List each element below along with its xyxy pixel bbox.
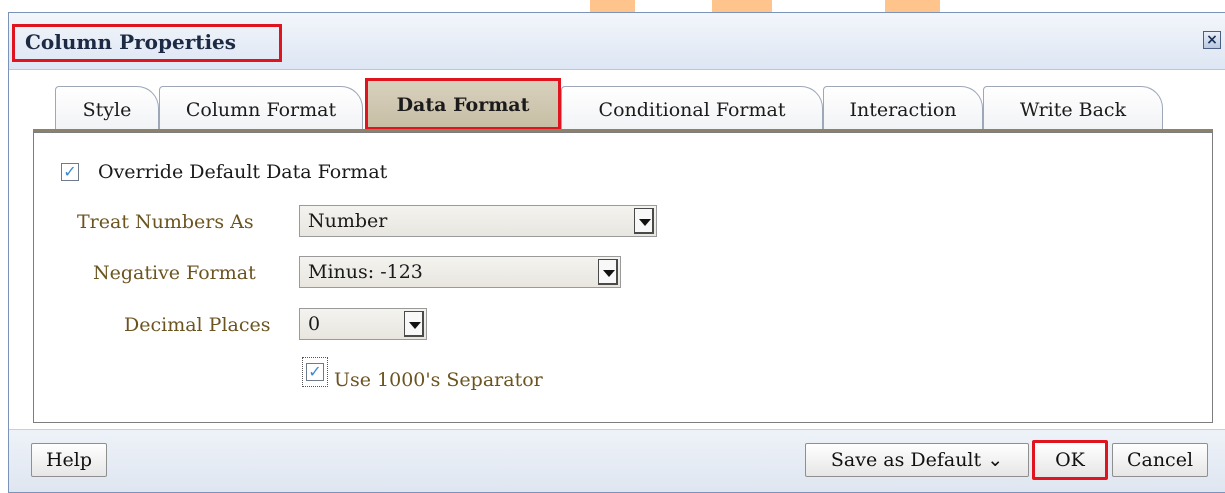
dialog-footer: Help Save as Default ⌄ OK Cancel: [9, 429, 1225, 492]
data-format-panel: ✓ Override Default Data Format Treat Num…: [33, 132, 1213, 423]
treat-numbers-select[interactable]: Number: [299, 205, 657, 237]
column-properties-dialog: Column Properties × Style Column Format …: [8, 12, 1225, 493]
tab-conditional-format[interactable]: Conditional Format: [561, 86, 823, 132]
tab-write-back[interactable]: Write Back: [983, 86, 1163, 132]
override-default-label: Override Default Data Format: [98, 161, 388, 183]
help-button[interactable]: Help: [31, 443, 107, 477]
decimal-places-select[interactable]: 0: [299, 308, 427, 340]
treat-numbers-label: Treat Numbers As: [77, 211, 254, 233]
decimal-places-label: Decimal Places: [124, 314, 271, 336]
chevron-down-icon: ⌄: [987, 449, 1004, 471]
separator-label[interactable]: Use 1000's Separator: [334, 369, 543, 391]
dialog-titlebar: Column Properties ×: [9, 13, 1225, 70]
tab-column-format[interactable]: Column Format: [159, 86, 363, 132]
ok-button[interactable]: OK: [1032, 440, 1108, 480]
tab-data-format[interactable]: Data Format: [365, 78, 561, 130]
close-icon[interactable]: ×: [1203, 31, 1221, 49]
negative-format-select[interactable]: Minus: -123: [299, 256, 621, 288]
chevron-down-icon[interactable]: [634, 208, 654, 234]
save-as-default-label: Save as Default: [830, 449, 982, 471]
negative-format-value: Minus: -123: [308, 261, 423, 283]
decimal-places-value: 0: [308, 313, 321, 335]
negative-format-label: Negative Format: [93, 262, 256, 284]
tab-style[interactable]: Style: [55, 86, 159, 132]
tab-interaction[interactable]: Interaction: [823, 86, 983, 132]
chevron-down-icon[interactable]: [598, 259, 618, 285]
cancel-button[interactable]: Cancel: [1112, 443, 1208, 477]
treat-numbers-value: Number: [308, 210, 388, 232]
override-default-checkbox[interactable]: ✓: [61, 163, 79, 181]
save-as-default-button[interactable]: Save as Default ⌄: [805, 443, 1029, 477]
separator-checkbox[interactable]: ✓: [306, 363, 324, 381]
dialog-title: Column Properties: [12, 24, 282, 62]
tab-bar: Style Column Format Data Format Conditio…: [41, 78, 1171, 134]
chevron-down-icon[interactable]: [404, 311, 424, 337]
